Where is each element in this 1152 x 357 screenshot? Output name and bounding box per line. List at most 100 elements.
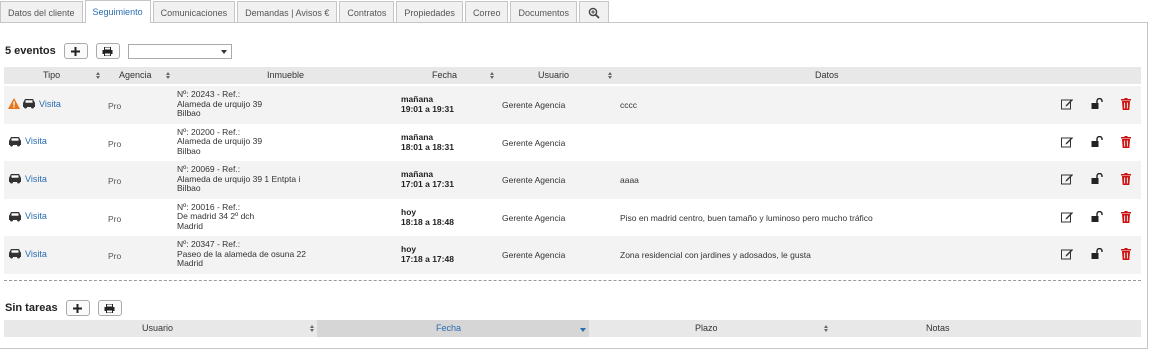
plus-icon bbox=[73, 303, 83, 313]
tasks-table-header: Usuario Fecha Plazo Notas bbox=[4, 320, 1141, 337]
event-type-link[interactable]: Visita bbox=[25, 249, 47, 259]
property-city: Madrid bbox=[177, 220, 203, 231]
table-row[interactable]: Visita Pro Nº: 20347 - Ref.: Paseo de la… bbox=[4, 236, 1141, 274]
events-count-title: 5 eventos bbox=[5, 45, 56, 57]
sort-icon[interactable] bbox=[96, 72, 101, 80]
property-cell: Nº: 20016 - Ref.: De madrid 34 2º dch Ma… bbox=[177, 202, 254, 232]
table-row[interactable]: Visita Pro Nº: 20069 - Ref.: Alameda de … bbox=[4, 161, 1141, 199]
agency-cell: Pro bbox=[108, 251, 122, 261]
print-tasks-button[interactable] bbox=[97, 300, 122, 316]
section-divider bbox=[4, 280, 1141, 281]
trash-icon[interactable] bbox=[1121, 173, 1131, 185]
trash-icon[interactable] bbox=[1121, 98, 1131, 110]
unlock-icon[interactable] bbox=[1091, 173, 1103, 185]
user-cell: Gerente Agencia bbox=[502, 137, 566, 148]
add-task-button[interactable] bbox=[65, 300, 90, 316]
property-cell: Nº: 20200 - Ref.: Alameda de urquijo 39 … bbox=[177, 127, 262, 157]
agency-cell: Pro bbox=[108, 213, 122, 224]
tab-contratos[interactable]: Contratos bbox=[339, 1, 395, 23]
tipo-cell: Visita bbox=[8, 136, 47, 147]
user-cell: Gerente Agencia bbox=[502, 250, 566, 260]
property-city: Bilbao bbox=[177, 183, 201, 193]
col-notas[interactable]: Notas bbox=[926, 320, 950, 337]
col-tipo[interactable]: Tipo bbox=[43, 67, 60, 84]
col-fecha[interactable]: Fecha bbox=[432, 67, 457, 84]
col-datos[interactable]: Datos bbox=[815, 67, 839, 84]
edit-icon[interactable] bbox=[1061, 98, 1073, 110]
tab-seguimiento[interactable]: Seguimiento bbox=[84, 0, 151, 23]
tipo-cell: Visita bbox=[8, 98, 61, 109]
sort-icon[interactable] bbox=[166, 72, 171, 80]
car-icon bbox=[9, 249, 21, 259]
tab-correo[interactable]: Correo bbox=[464, 1, 509, 23]
property-cell: Nº: 20347 - Ref.: Paseo de la alameda de… bbox=[177, 239, 306, 269]
col-inmueble[interactable]: Inmueble bbox=[267, 67, 304, 84]
add-event-button[interactable] bbox=[63, 43, 88, 59]
car-icon bbox=[9, 174, 21, 184]
sort-desc-icon[interactable] bbox=[580, 328, 586, 332]
date-day: mañana bbox=[401, 94, 434, 104]
tasks-title: Sin tareas bbox=[5, 302, 58, 314]
col-agencia[interactable]: Agencia bbox=[119, 67, 152, 84]
property-city: Bilbao bbox=[177, 108, 201, 118]
sort-icon[interactable] bbox=[608, 72, 613, 80]
col-plazo[interactable]: Plazo bbox=[695, 320, 718, 337]
property-cell: Nº: 20069 - Ref.: Alameda de urquijo 39 … bbox=[177, 164, 300, 194]
tab-demandas-avisos[interactable]: Demandas | Avisos € bbox=[237, 1, 338, 23]
user-cell: Gerente Agencia bbox=[502, 100, 566, 110]
event-type-link[interactable]: Visita bbox=[39, 99, 61, 109]
col-usuario[interactable]: Usuario bbox=[538, 67, 569, 84]
table-row[interactable]: Visita Pro Nº: 20243 - Ref.: Alameda de … bbox=[4, 86, 1141, 124]
edit-icon[interactable] bbox=[1061, 173, 1073, 185]
tab-label: Documentos bbox=[518, 7, 569, 18]
tipo-cell: Visita bbox=[8, 173, 47, 184]
event-filter-select[interactable] bbox=[127, 43, 232, 59]
event-type-link[interactable]: Visita bbox=[25, 211, 47, 221]
tab-comunicaciones[interactable]: Comunicaciones bbox=[152, 1, 236, 23]
date-cell: hoy 17:18 a 17:48 bbox=[401, 244, 454, 264]
user-cell: Gerente Agencia bbox=[502, 212, 566, 223]
col-fecha[interactable]: Fecha bbox=[436, 320, 461, 337]
date-cell: hoy 18:18 a 18:48 bbox=[401, 207, 454, 227]
property-city: Madrid bbox=[177, 258, 203, 268]
sort-icon[interactable] bbox=[310, 325, 315, 333]
table-row[interactable]: Visita Pro Nº: 20016 - Ref.: De madrid 3… bbox=[4, 199, 1141, 237]
agency-cell: Pro bbox=[108, 101, 122, 111]
car-icon bbox=[9, 136, 21, 146]
edit-icon[interactable] bbox=[1061, 136, 1073, 148]
event-type-link[interactable]: Visita bbox=[25, 136, 47, 146]
tab-label: Datos del cliente bbox=[8, 7, 75, 18]
unlock-icon[interactable] bbox=[1091, 135, 1103, 148]
edit-icon[interactable] bbox=[1061, 248, 1073, 260]
date-time: 17:18 a 17:48 bbox=[401, 254, 454, 264]
unlock-icon[interactable] bbox=[1091, 210, 1103, 223]
warning-icon bbox=[8, 98, 20, 109]
event-type-link[interactable]: Visita bbox=[25, 174, 47, 184]
trash-icon[interactable] bbox=[1121, 135, 1131, 148]
printer-icon bbox=[104, 303, 115, 313]
print-events-button[interactable] bbox=[95, 43, 120, 59]
table-row[interactable]: Visita Pro Nº: 20200 - Ref.: Alameda de … bbox=[4, 124, 1141, 162]
tab-label: Comunicaciones bbox=[160, 7, 228, 18]
tab-datos-del-cliente[interactable]: Datos del cliente bbox=[0, 1, 83, 23]
sort-icon[interactable] bbox=[824, 325, 829, 333]
date-day: mañana bbox=[401, 169, 434, 179]
tasks-toolbar: Sin tareas bbox=[5, 300, 130, 316]
trash-icon[interactable] bbox=[1121, 210, 1131, 223]
unlock-icon[interactable] bbox=[1091, 248, 1103, 260]
tab-propiedades[interactable]: Propiedades bbox=[396, 1, 463, 23]
sort-icon[interactable] bbox=[490, 72, 495, 80]
trash-icon[interactable] bbox=[1121, 248, 1131, 260]
tab-label: Contratos bbox=[347, 7, 387, 18]
agency-cell: Pro bbox=[108, 138, 122, 149]
notes-cell: Zona residencial con jardines y adosados… bbox=[620, 250, 811, 260]
date-day: hoy bbox=[401, 244, 417, 254]
unlock-icon[interactable] bbox=[1091, 98, 1103, 110]
tab-search[interactable] bbox=[578, 1, 609, 23]
tab-label: Propiedades bbox=[404, 7, 455, 18]
edit-icon[interactable] bbox=[1061, 211, 1073, 223]
col-usuario[interactable]: Usuario bbox=[142, 320, 173, 337]
notes-cell: cccc bbox=[620, 100, 637, 110]
tab-documentos[interactable]: Documentos bbox=[510, 1, 577, 23]
printer-icon bbox=[102, 46, 113, 56]
